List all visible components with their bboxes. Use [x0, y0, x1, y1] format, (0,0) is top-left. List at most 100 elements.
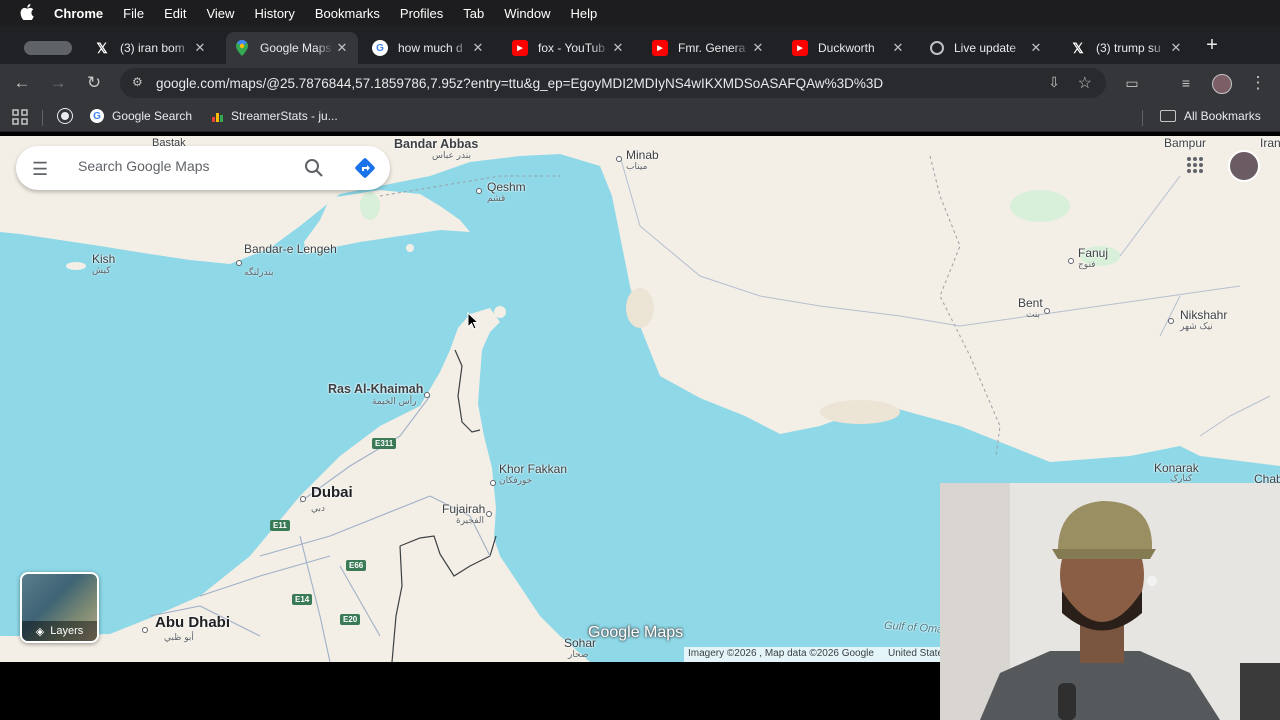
label-khor-fakkan[interactable]: Khor Fakkan: [499, 462, 567, 476]
maps-search-input[interactable]: [78, 158, 298, 174]
city-dot: [1068, 258, 1074, 264]
label-nikshahr[interactable]: Nikshahr: [1180, 308, 1227, 322]
globe-bookmark-icon[interactable]: [58, 109, 72, 123]
youtube-icon: ▶: [792, 40, 808, 56]
tab-iran[interactable]: 𝕏 (3) iran bom ✕: [86, 32, 216, 64]
google-icon: G: [372, 40, 388, 56]
label-bandar-abbas[interactable]: Bandar Abbas: [394, 137, 478, 151]
menu-profiles[interactable]: Profiles: [400, 6, 443, 21]
kish-island: [66, 262, 86, 270]
menu-window[interactable]: Window: [504, 6, 550, 21]
tab-duckworth[interactable]: ▶ Duckworth ✕: [784, 32, 914, 64]
close-tab-icon[interactable]: ✕: [610, 40, 626, 56]
menu-view[interactable]: View: [206, 6, 234, 21]
close-tab-icon[interactable]: ✕: [890, 40, 906, 56]
label-minab[interactable]: Minab: [626, 148, 659, 162]
site-info-icon[interactable]: ⚙: [132, 75, 148, 91]
menu-bookmarks[interactable]: Bookmarks: [315, 6, 380, 21]
youtube-icon: ▶: [512, 40, 528, 56]
tab-how-much[interactable]: G how much d ✕: [364, 32, 494, 64]
x-logo-icon: 𝕏: [1072, 39, 1084, 56]
reload-icon[interactable]: ↻: [82, 71, 106, 95]
highway-shield: E66: [346, 560, 367, 571]
apple-menu-icon[interactable]: [20, 3, 38, 23]
google-icon: G: [90, 109, 104, 123]
media-controls-icon[interactable]: ≡: [1174, 71, 1198, 95]
label-fanuj[interactable]: Fanuj: [1078, 246, 1108, 260]
tab-title: (3) trump su: [1096, 41, 1161, 55]
search-icon[interactable]: [302, 156, 326, 180]
forward-arrow-icon[interactable]: →: [46, 71, 70, 95]
city-dot: [424, 392, 430, 398]
city-dot: [1044, 308, 1050, 314]
highway-shield: E311: [372, 438, 397, 449]
tab-trump[interactable]: 𝕏 (3) trump su ✕: [1062, 32, 1192, 64]
close-tab-icon[interactable]: ✕: [750, 40, 766, 56]
label-fujairah-ar: الفجيرة: [456, 516, 485, 526]
cast-icon[interactable]: ▭: [1120, 71, 1144, 95]
hamburger-menu-icon[interactable]: ☰: [32, 159, 48, 180]
bookmark-star-icon[interactable]: ☆: [1078, 73, 1092, 93]
all-bookmarks-label: All Bookmarks: [1184, 109, 1261, 123]
x-logo-icon: 𝕏: [96, 39, 108, 56]
label-konarak[interactable]: Konarak: [1154, 461, 1199, 475]
all-bookmarks-button[interactable]: All Bookmarks: [1160, 109, 1261, 123]
menu-app-name[interactable]: Chrome: [54, 6, 103, 21]
label-fujairah[interactable]: Fujairah: [442, 502, 485, 516]
label-dubai-ar: دبي: [311, 504, 326, 514]
label-bampur[interactable]: Bampur: [1164, 136, 1206, 150]
label-dubai[interactable]: Dubai: [311, 484, 353, 501]
label-nikshahr-ar: نیک شهر: [1180, 322, 1213, 332]
account-avatar[interactable]: [1228, 150, 1260, 182]
apps-grid-icon[interactable]: [12, 109, 28, 125]
tab-fmr-general[interactable]: ▶ Fmr. Genera ✕: [644, 32, 774, 64]
youtube-icon: ▶: [652, 40, 668, 56]
install-app-icon[interactable]: ⇩: [1048, 74, 1060, 91]
layers-button[interactable]: ◈ Layers: [20, 572, 99, 643]
kebab-menu-icon[interactable]: ⋮: [1246, 71, 1270, 95]
bookmark-google-search[interactable]: G Google Search: [90, 109, 192, 123]
tab-title: how much d: [398, 41, 463, 55]
back-arrow-icon[interactable]: ←: [10, 71, 34, 95]
close-tab-icon[interactable]: ✕: [1028, 40, 1044, 56]
label-bent[interactable]: Bent: [1018, 296, 1043, 310]
menu-file[interactable]: File: [123, 6, 144, 21]
address-bar[interactable]: ⚙ google.com/maps/@25.7876844,57.1859786…: [120, 68, 1106, 98]
menu-tab[interactable]: Tab: [463, 6, 484, 21]
webcam-overlay: [940, 483, 1280, 720]
bookmark-streamerstats[interactable]: StreamerStats - ju...: [212, 109, 338, 123]
profile-avatar[interactable]: [1212, 74, 1232, 94]
address-url[interactable]: google.com/maps/@25.7876844,57.1859786,7…: [156, 76, 1026, 91]
label-iran[interactable]: Iran: [1260, 136, 1280, 150]
tab-fox-youtube[interactable]: ▶ fox - YouTub ✕: [504, 32, 634, 64]
region-text[interactable]: United State: [888, 648, 943, 661]
label-bandar-lengeh-ar: بندرلنگه: [244, 268, 274, 278]
menu-edit[interactable]: Edit: [164, 6, 186, 21]
close-tab-icon[interactable]: ✕: [334, 40, 350, 56]
tab-google-maps[interactable]: Google Maps ✕: [226, 32, 358, 64]
attribution-text[interactable]: Imagery ©2026 , Map data ©2026 Google: [688, 648, 874, 661]
label-bandar-lengeh[interactable]: Bandar-e Lengeh: [244, 242, 337, 256]
google-apps-icon[interactable]: [1186, 156, 1204, 179]
close-tab-icon[interactable]: ✕: [1168, 40, 1184, 56]
close-tab-icon[interactable]: ✕: [470, 40, 486, 56]
label-kish[interactable]: Kish: [92, 252, 115, 266]
directions-icon[interactable]: [354, 157, 376, 179]
map-attribution: Imagery ©2026 , Map data ©2026 Google Un…: [684, 647, 948, 662]
highway-shield: E20: [340, 614, 361, 625]
folder-icon: [1160, 110, 1176, 122]
tab-title: fox - YouTub: [538, 41, 605, 55]
label-ras-al-khaimah[interactable]: Ras Al-Khaimah: [328, 382, 423, 396]
new-tab-plus-icon[interactable]: +: [1202, 35, 1222, 55]
label-qeshm-ar: قشم: [487, 194, 506, 204]
tab-group[interactable]: [10, 32, 80, 64]
label-qeshm[interactable]: Qeshm: [487, 180, 526, 194]
tab-live-update[interactable]: Live update ✕: [922, 32, 1052, 64]
menu-history[interactable]: History: [254, 6, 294, 21]
tab-title: Google Maps: [260, 41, 332, 55]
close-tab-icon[interactable]: ✕: [192, 40, 208, 56]
label-abu-dhabi[interactable]: Abu Dhabi: [155, 614, 230, 631]
macos-menu-bar: Chrome File Edit View History Bookmarks …: [0, 0, 1280, 26]
google-maps-icon: [234, 40, 250, 56]
menu-help[interactable]: Help: [571, 6, 598, 21]
